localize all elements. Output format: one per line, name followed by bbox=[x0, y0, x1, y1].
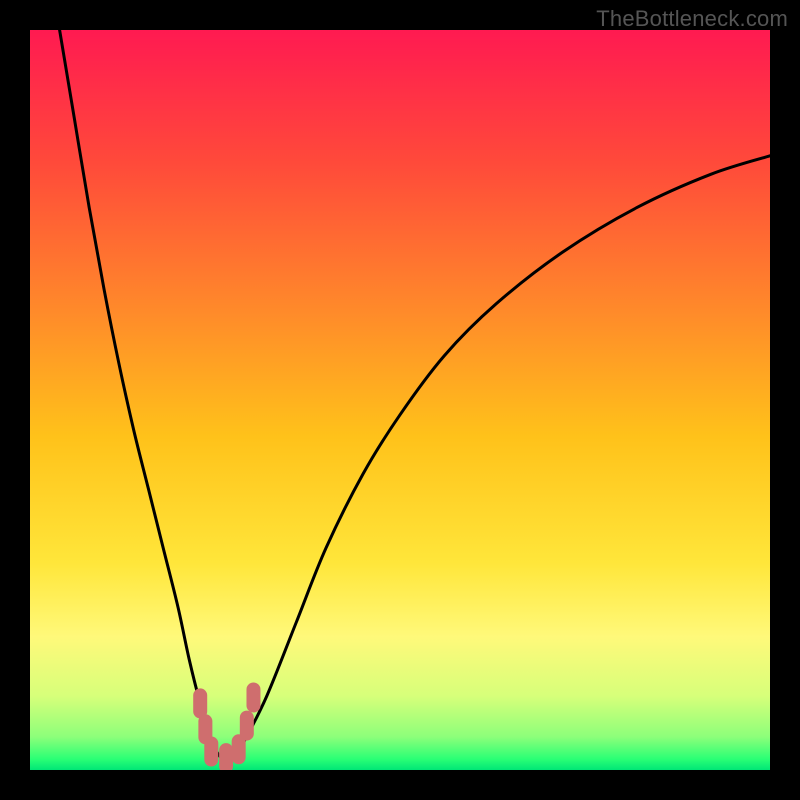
curve-marker bbox=[193, 688, 207, 718]
curve-marker bbox=[204, 737, 218, 767]
curve-marker bbox=[240, 711, 254, 741]
curve-marker bbox=[219, 743, 233, 770]
curve-marker bbox=[246, 682, 260, 712]
curve-layer bbox=[30, 30, 770, 770]
bottleneck-curve bbox=[60, 30, 770, 761]
watermark-text: TheBottleneck.com bbox=[596, 6, 788, 32]
marker-group bbox=[193, 682, 260, 770]
plot-area bbox=[30, 30, 770, 770]
chart-frame: TheBottleneck.com bbox=[0, 0, 800, 800]
